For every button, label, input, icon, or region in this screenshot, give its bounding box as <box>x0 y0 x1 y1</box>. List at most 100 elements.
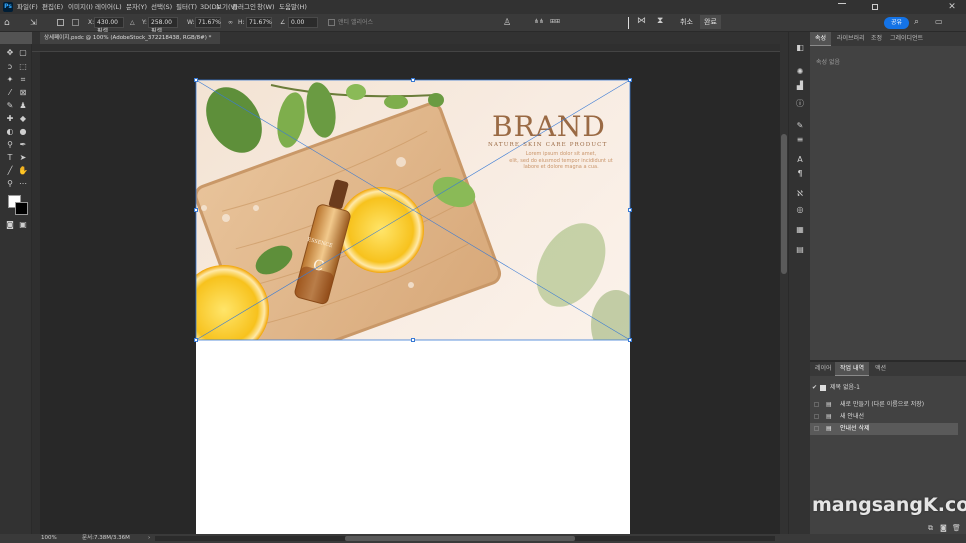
history-item-selected[interactable]: ▤ 안내선 삭제 <box>810 423 958 435</box>
transform-handle-left[interactable] <box>194 208 198 212</box>
angle-field[interactable]: 0.00 <box>288 17 318 28</box>
lasso-tool-icon[interactable]: ↄ <box>5 62 15 72</box>
transform-handle-top[interactable] <box>411 78 415 82</box>
search-icon[interactable]: ⌕ <box>914 17 919 27</box>
tab-properties[interactable]: 속성 <box>810 32 832 46</box>
transform-handle-bottom[interactable] <box>411 338 415 342</box>
menu-item[interactable]: 이미지(I) <box>68 0 93 14</box>
history-source-box[interactable] <box>814 414 819 419</box>
swatches-icon[interactable]: ▦ <box>794 224 806 236</box>
scrollbar-thumb[interactable] <box>781 134 787 274</box>
paragraph-icon[interactable]: ¶ <box>794 168 806 180</box>
artboard-tool-icon[interactable]: ▢ <box>18 48 28 58</box>
share-button[interactable]: 공유 <box>884 17 909 29</box>
menu-item[interactable]: 레이어(L) <box>95 0 122 14</box>
horizontal-scrollbar[interactable] <box>155 536 775 541</box>
commit-button[interactable]: 완료 <box>700 15 721 29</box>
transform-handle-top-right[interactable] <box>628 78 632 82</box>
history-source-box[interactable] <box>814 402 819 407</box>
relative-position-icon[interactable]: △ <box>130 17 135 28</box>
dodge-tool-icon[interactable]: ⚲ <box>5 140 15 150</box>
x-field[interactable]: 430.00 픽셀 <box>94 17 124 35</box>
tab-adjustments[interactable]: 조정 <box>866 32 887 46</box>
type-tool-icon[interactable]: T <box>5 153 15 163</box>
menu-item[interactable]: 선택(S) <box>151 0 172 14</box>
brush-tool-icon[interactable]: ✎ <box>5 101 15 111</box>
menu-item[interactable]: 도움말(H) <box>279 0 307 14</box>
marquee-tool-icon[interactable]: ⬚ <box>18 62 28 72</box>
history-item[interactable]: ▤ 새 안내선 <box>810 411 958 423</box>
tab-layers[interactable]: 레이어 <box>810 362 837 376</box>
minimize-icon[interactable] <box>838 3 846 4</box>
brush-settings-icon[interactable]: ✎ <box>794 120 806 132</box>
move-tool-icon[interactable]: ✥ <box>5 48 15 58</box>
height-field[interactable]: 71.67% <box>246 17 272 28</box>
cancel-button[interactable]: 취소 <box>676 15 697 29</box>
brush-source-icon[interactable]: ✔ <box>812 382 817 394</box>
healing-tool-icon[interactable]: ✚ <box>5 114 15 124</box>
y-field[interactable]: 258.00 픽셀 <box>148 17 178 35</box>
tab-history[interactable]: 작업 내역 <box>835 362 869 376</box>
vertical-scrollbar[interactable] <box>780 44 788 534</box>
table-icon[interactable]: ▤ <box>794 244 806 256</box>
snapshot-camera-icon[interactable]: ◙ <box>940 524 947 532</box>
history-snapshot[interactable]: ✔ 제목 없음-1 <box>810 382 958 394</box>
menu-item[interactable]: 필터(T) <box>176 0 197 14</box>
eraser-tool-icon[interactable]: ◆ <box>18 114 28 124</box>
menu-item[interactable]: 문자(Y) <box>126 0 147 14</box>
bucket-tool-icon[interactable]: ◐ <box>5 127 15 137</box>
menu-item[interactable]: 파일(F) <box>17 0 38 14</box>
history-source-box[interactable] <box>814 426 819 431</box>
transform-tool-icon[interactable]: ⇲ <box>30 18 40 28</box>
background-color[interactable] <box>15 202 28 215</box>
width-field[interactable]: 71.67% <box>195 17 221 28</box>
zoom-level[interactable]: 100% <box>41 534 57 543</box>
quick-select-icon[interactable]: ✦ <box>5 75 15 85</box>
restore-icon[interactable] <box>867 0 881 14</box>
more-tools-icon[interactable]: ⋯ <box>18 179 28 189</box>
stamp-tool-icon[interactable]: ♟ <box>18 101 28 111</box>
hand-tool-icon[interactable]: ✋ <box>18 166 28 176</box>
character-icon[interactable]: A <box>794 154 806 166</box>
navigator-icon[interactable]: ◎ <box>794 204 806 216</box>
path-select-icon[interactable]: ➤ <box>18 153 28 163</box>
info-icon[interactable]: ⓘ <box>794 98 806 110</box>
puppet-warp-icon[interactable]: ♙ <box>503 17 515 29</box>
color-panel-icon[interactable]: ◧ <box>794 42 806 54</box>
eyedropper-icon[interactable]: ⁄ <box>5 88 15 98</box>
blur-tool-icon[interactable]: ● <box>18 127 28 137</box>
frame-tool-icon[interactable]: ⊠ <box>18 88 28 98</box>
menu-item[interactable]: 플러그인 <box>232 0 256 14</box>
split-warp-icon[interactable]: ⊞⊞ <box>550 18 560 25</box>
transform-handle-bottom-left[interactable] <box>194 338 198 342</box>
pen-tool-icon[interactable]: ✒ <box>18 140 28 150</box>
workspace-icon[interactable]: ▭ <box>935 17 943 26</box>
document-tab[interactable]: 상세페이지.psdc @ 100% (AdobeStock_372218438,… <box>40 32 220 44</box>
adjustments-icon[interactable]: ✺ <box>794 66 806 78</box>
quick-mask-icon[interactable]: ◙ <box>5 220 15 230</box>
histogram-icon[interactable]: ▟ <box>794 80 806 92</box>
new-document-icon[interactable]: ⧉ <box>928 524 933 533</box>
transform-handle-right[interactable] <box>628 208 632 212</box>
reference-toggle-icon[interactable] <box>72 19 79 26</box>
switch-warp-icon[interactable]: ⋈ <box>637 16 646 26</box>
close-tab-icon[interactable]: × <box>219 35 220 41</box>
tab-libraries[interactable]: 라이브러리 <box>832 32 870 46</box>
close-icon[interactable]: ✕ <box>945 0 959 14</box>
brush-presets-icon[interactable]: ≡ <box>794 134 806 146</box>
menu-item[interactable]: 편집(E) <box>42 0 63 14</box>
trash-icon[interactable]: 🗑 <box>952 524 961 532</box>
horizontal-scrollbar-thumb[interactable] <box>345 536 575 541</box>
tab-actions[interactable]: 액션 <box>870 362 891 376</box>
menu-item[interactable]: 창(W) <box>257 0 274 14</box>
reference-point-icon[interactable] <box>57 19 64 26</box>
history-item[interactable]: ▤ 새로 만들기 (다른 이름으로 저장) <box>810 399 958 411</box>
tab-gradients[interactable]: 그레이디언트 <box>885 32 928 46</box>
status-arrow-icon[interactable]: › <box>148 534 150 543</box>
home-icon[interactable]: ⌂ <box>4 16 18 30</box>
transform-handle-top-left[interactable] <box>194 78 198 82</box>
line-tool-icon[interactable]: ╱ <box>5 166 15 176</box>
screen-mode-icon[interactable]: ▣ <box>18 220 28 230</box>
link-icon[interactable]: ∞ <box>228 17 233 28</box>
transform-handle-bottom-right[interactable] <box>628 338 632 342</box>
